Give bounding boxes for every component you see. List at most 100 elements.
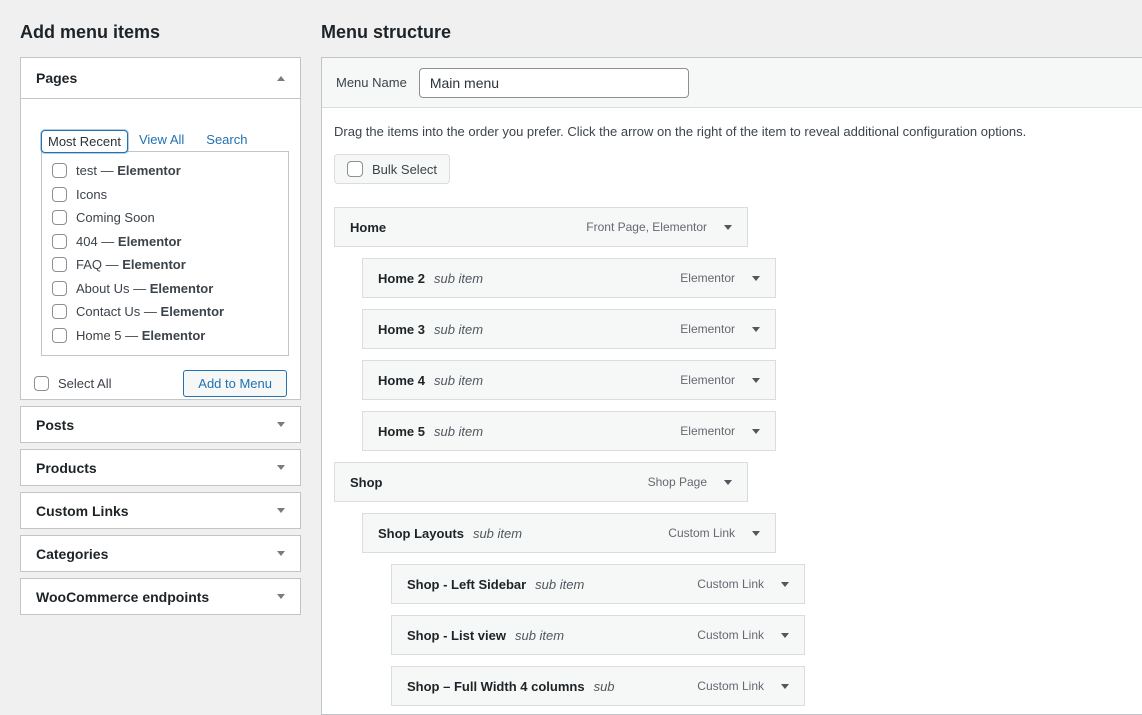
menu-item-title: Home [350, 220, 386, 235]
page-checkbox[interactable] [52, 163, 67, 178]
select-all-control[interactable]: Select All [34, 376, 183, 391]
menu-item-sub-label: sub item [535, 577, 584, 592]
menu-panel-body: Drag the items into the order you prefer… [322, 108, 1142, 706]
chevron-down-icon[interactable] [752, 429, 760, 434]
select-all-label: Select All [58, 376, 111, 391]
menu-item-type-label: Front Page, Elementor [586, 220, 707, 234]
select-all-checkbox[interactable] [34, 376, 49, 391]
drag-instructions: Drag the items into the order you prefer… [334, 124, 1123, 139]
menu-item-sub-label: sub item [434, 373, 483, 388]
page-checkbox-label[interactable]: test — Elementor [52, 163, 181, 178]
accordion-section[interactable]: Products [20, 449, 301, 486]
page-checkbox[interactable] [52, 257, 67, 272]
page-checkbox-label[interactable]: FAQ — Elementor [52, 257, 186, 272]
menu-item-row[interactable]: Home 2 sub item Elementor [362, 258, 776, 298]
page-checkbox-label[interactable]: About Us — Elementor [52, 281, 213, 296]
tab-most-recent[interactable]: Most Recent [41, 130, 128, 153]
menu-item-sub-label: sub [594, 679, 615, 694]
page-checkbox[interactable] [52, 187, 67, 202]
chevron-down-icon[interactable] [752, 378, 760, 383]
menu-item-sub-label: sub item [515, 628, 564, 643]
menu-structure-column: Menu structure Menu Name Drag the items … [321, 0, 1142, 705]
bulk-select-label: Bulk Select [372, 162, 437, 177]
menu-item-title: Shop Layouts [378, 526, 464, 541]
menu-item-title: Shop – Full Width 4 columns [407, 679, 585, 694]
accordion-section[interactable]: Custom Links [20, 492, 301, 529]
page-checkbox[interactable] [52, 304, 67, 319]
page-checkbox-label[interactable]: Icons [52, 187, 107, 202]
menu-name-label: Menu Name [336, 75, 407, 90]
tab-view-all[interactable]: View All [128, 128, 195, 151]
menu-item-row[interactable]: Home 5 sub item Elementor [362, 411, 776, 451]
page-checkbox[interactable] [52, 210, 67, 225]
menu-item-row[interactable]: Shop Shop Page [334, 462, 748, 502]
page-item-text: FAQ — Elementor [76, 257, 186, 272]
page-checkbox-label[interactable]: 404 — Elementor [52, 234, 182, 249]
chevron-down-icon[interactable] [752, 327, 760, 332]
page-item-text: Coming Soon [76, 210, 155, 225]
accordion-section-title: Posts [36, 417, 277, 433]
menu-structure-heading: Menu structure [321, 22, 1142, 43]
menu-name-input[interactable] [419, 68, 689, 98]
menu-item-row[interactable]: Shop Layouts sub item Custom Link [362, 513, 776, 553]
pages-panel: Pages Most Recent View All Search test —… [20, 57, 301, 400]
page-item-text: Icons [76, 187, 107, 202]
chevron-down-icon[interactable] [724, 225, 732, 230]
menu-item-title: Home 5 [378, 424, 425, 439]
menu-item-type-label: Elementor [680, 271, 735, 285]
chevron-down-icon[interactable] [781, 684, 789, 689]
accordion-section[interactable]: WooCommerce endpoints [20, 578, 301, 615]
pages-tabs: Most Recent View All Search [41, 128, 289, 151]
bulk-select-checkbox[interactable] [347, 161, 363, 177]
add-to-menu-button[interactable]: Add to Menu [183, 370, 287, 397]
chevron-down-icon[interactable] [724, 480, 732, 485]
tab-search[interactable]: Search [195, 128, 258, 151]
page-item-text: 404 — Elementor [76, 234, 182, 249]
menu-item-row[interactable]: Home 3 sub item Elementor [362, 309, 776, 349]
page-item-text: About Us — Elementor [76, 281, 213, 296]
chevron-down-icon[interactable] [781, 582, 789, 587]
menu-item-title: Shop - List view [407, 628, 506, 643]
chevron-up-icon[interactable] [277, 76, 285, 81]
list-item: About Us — Elementor [52, 277, 284, 301]
add-menu-items-heading: Add menu items [20, 22, 301, 46]
menu-item-row[interactable]: Shop - List view sub item Custom Link [391, 615, 805, 655]
menu-item-sub-label: sub item [434, 322, 483, 337]
menu-item-title: Home 3 [378, 322, 425, 337]
chevron-down-icon[interactable] [277, 508, 285, 513]
page-checkbox-label[interactable]: Coming Soon [52, 210, 155, 225]
list-item: Home 5 — Elementor [52, 324, 284, 348]
accordion-section[interactable]: Categories [20, 535, 301, 572]
menu-item-row[interactable]: Home 4 sub item Elementor [362, 360, 776, 400]
page-checkbox[interactable] [52, 328, 67, 343]
pages-panel-header[interactable]: Pages [21, 58, 300, 99]
chevron-down-icon[interactable] [752, 531, 760, 536]
menu-items-list: Home Front Page, Elementor Home 2 sub it… [334, 207, 1123, 706]
page-checkbox[interactable] [52, 281, 67, 296]
page-item-text: Contact Us — Elementor [76, 304, 224, 319]
accordion-section-title: WooCommerce endpoints [36, 589, 277, 605]
menu-item-row[interactable]: Shop - Left Sidebar sub item Custom Link [391, 564, 805, 604]
page-checkbox-label[interactable]: Home 5 — Elementor [52, 328, 205, 343]
menu-item-row[interactable]: Home Front Page, Elementor [334, 207, 748, 247]
menu-item-sub-label: sub item [434, 271, 483, 286]
page-checkbox[interactable] [52, 234, 67, 249]
chevron-down-icon[interactable] [277, 422, 285, 427]
pages-panel-title: Pages [36, 70, 277, 86]
chevron-down-icon[interactable] [277, 594, 285, 599]
page-checkbox-label[interactable]: Contact Us — Elementor [52, 304, 224, 319]
menu-item-type-label: Custom Link [697, 577, 764, 591]
menu-item-row[interactable]: Shop – Full Width 4 columns sub Custom L… [391, 666, 805, 706]
menu-item-sub-label: sub item [473, 526, 522, 541]
bulk-select-control[interactable]: Bulk Select [334, 154, 450, 184]
chevron-down-icon[interactable] [752, 276, 760, 281]
chevron-down-icon[interactable] [277, 465, 285, 470]
chevron-down-icon[interactable] [277, 551, 285, 556]
pages-actions-row: Select All Add to Menu [34, 370, 287, 397]
accordion-section[interactable]: Posts [20, 406, 301, 443]
menu-item-type-label: Elementor [680, 373, 735, 387]
menu-item-title: Shop [350, 475, 383, 490]
accordion-section-title: Categories [36, 546, 277, 562]
chevron-down-icon[interactable] [781, 633, 789, 638]
list-item: Coming Soon [52, 206, 284, 230]
